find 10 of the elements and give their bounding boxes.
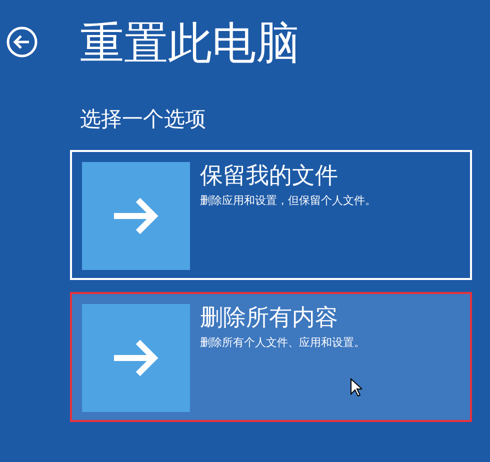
mouse-cursor-icon [350, 378, 362, 397]
option-description: 删除所有个人文件、应用和设置。 [200, 335, 365, 351]
option-description: 删除应用和设置，但保留个人文件。 [200, 193, 376, 209]
option-card[interactable]: 删除所有内容 删除所有个人文件、应用和设置。 [70, 292, 472, 422]
page-title: 重置此电脑 [80, 17, 300, 71]
option-title: 删除所有内容 [200, 304, 339, 332]
subtitle: 选择一个选项 [80, 106, 207, 133]
back-icon[interactable] [6, 26, 38, 58]
option-card[interactable]: 保留我的文件 删除应用和设置，但保留个人文件。 [70, 150, 472, 280]
option-title: 保留我的文件 [200, 162, 339, 190]
